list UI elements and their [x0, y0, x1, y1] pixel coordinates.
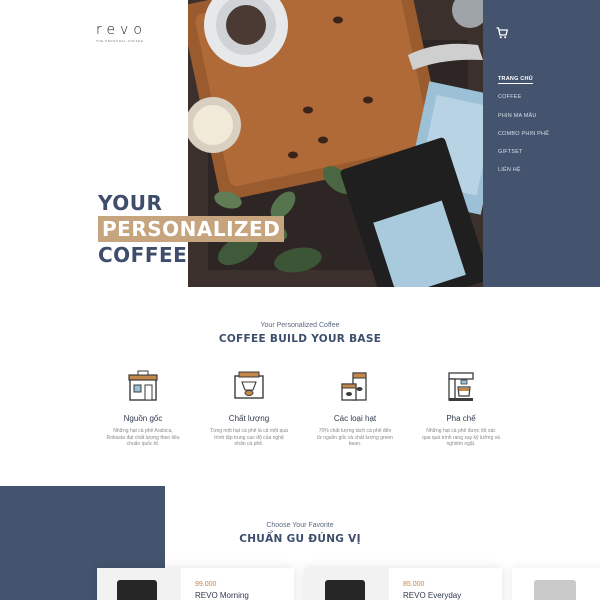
base-section-title: COFFEE BUILD YOUR BASE [218, 333, 382, 345]
feature-beans: Các loại hạt 70% chất lượng tách cà phê … [310, 370, 400, 448]
coffee-bag-image [534, 580, 576, 600]
feature-origin: Nguồn gốc Những hạt cà phê Arabica, Robu… [98, 370, 188, 448]
coffee-machine-icon [448, 372, 474, 401]
shop-icon [128, 370, 158, 401]
hero-line-2: PERSONALIZED [98, 216, 285, 242]
feature-desc: Những hạt cà phê Arabica, Robusta đạt ch… [106, 428, 180, 447]
product-price: 99.000 [195, 581, 217, 588]
product-price: 85.000 [403, 581, 425, 588]
feature-name: Chất lượng [228, 414, 270, 423]
product-card[interactable]: 99.000 REVO Morning [97, 568, 294, 600]
feature-list: Nguồn gốc Những hạt cà phê Arabica, Robu… [98, 370, 508, 460]
product-name[interactable]: REVO Morning [195, 591, 249, 600]
coffee-bag-image [325, 580, 365, 600]
feature-name: Pha chế [446, 414, 476, 423]
product-thumbnail [305, 568, 389, 600]
coffee-bag-icon [341, 372, 367, 401]
nav-panel: TRANG CHỦ COFFEE PHIN MA MÂU COMBO PHIN … [483, 0, 600, 287]
nav-item-giftset[interactable]: GIFTSET [498, 149, 549, 167]
hero-headline: YOUR PERSONALIZED COFFEE [98, 190, 285, 268]
main-nav: TRANG CHỦ COFFEE PHIN MA MÂU COMBO PHIN … [498, 76, 549, 186]
roaster-icon [234, 371, 264, 399]
hero-section: revo THE PERSONAL COFFEE YOUR PERSONALIZ… [0, 0, 600, 287]
feature-name: Nguồn gốc [123, 414, 163, 423]
feature-brew: Pha chế Những hạt cà phê được tốt xác qu… [416, 370, 506, 448]
feature-desc: Những hạt cà phê được tốt xác qua quá tr… [422, 428, 500, 447]
product-name[interactable]: REVO Everyday [403, 591, 461, 600]
feature-quality: Chất lượng Từng một hạt cà phê là cả một… [204, 370, 294, 448]
logo-tagline: THE PERSONAL COFFEE [96, 39, 144, 43]
hero-line-1: YOUR [98, 191, 163, 215]
hero-line-3: COFFEE [98, 243, 188, 267]
logo-wordmark: revo [96, 22, 147, 38]
coffee-bag-image [117, 580, 157, 600]
brand-logo[interactable]: revo THE PERSONAL COFFEE [96, 22, 156, 43]
nav-item-combo[interactable]: COMBO PHIN PHẾ [498, 131, 549, 149]
nav-item-contact[interactable]: LIÊN HỆ [498, 167, 549, 185]
nav-item-coffee[interactable]: COFFEE [498, 94, 549, 112]
product-thumbnail [97, 568, 181, 600]
products-section-title: CHUẨN GU ĐÚNG VỊ [239, 533, 361, 545]
cart-icon[interactable] [496, 27, 508, 39]
product-card[interactable]: 85.000 REVO Everyday [305, 568, 502, 600]
feature-desc: Từng một hạt cà phê là cả một quá trình … [210, 428, 288, 447]
base-section-subtitle: Your Personalized Coffee [260, 322, 340, 329]
feature-name: Các loại hạt [333, 414, 377, 423]
products-section-subtitle: Choose Your Favorite [266, 522, 334, 529]
nav-item-home[interactable]: TRANG CHỦ [498, 76, 549, 94]
feature-desc: 70% chất lượng tách cà phê đến từ nguồn … [317, 428, 393, 447]
product-card[interactable] [512, 568, 600, 600]
nav-item-phin[interactable]: PHIN MA MÂU [498, 113, 549, 131]
